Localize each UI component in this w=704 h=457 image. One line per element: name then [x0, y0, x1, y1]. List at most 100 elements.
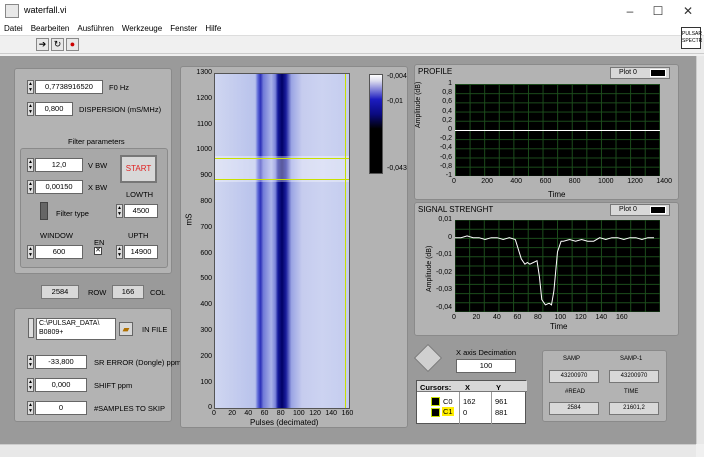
waterfall-image[interactable] [214, 73, 350, 409]
window-spinner[interactable]: ▲ ▼ [27, 245, 34, 259]
sr-error-spinner[interactable]: ▲ ▼ [27, 355, 34, 369]
upth-input[interactable]: 14900 [124, 245, 158, 259]
menu-fenster[interactable]: Fenster [166, 22, 201, 36]
f0-spinner[interactable]: ▲ ▼ [27, 80, 34, 94]
waterfall-xtick-7: 140 [325, 410, 338, 417]
menu-bar: Datei Bearbeiten Ausführen Werkzeuge Fenster… [0, 22, 704, 36]
signal-ytick-2: -0,01 [436, 251, 452, 259]
samp-indicator: 43200970 [549, 370, 599, 383]
menu-hilfe[interactable]: Hilfe [201, 22, 225, 36]
col-indicator: 166 [112, 285, 144, 299]
menu-werkzeuge[interactable]: Werkzeuge [118, 22, 166, 36]
infile-path[interactable]: C:\PULSAR_DATA\ B0809+ [36, 318, 116, 340]
waterfall-ytick-2: 1100 [196, 120, 212, 128]
filter-type-switch[interactable] [40, 202, 48, 220]
signal-xlabel: Time [550, 322, 568, 331]
profile-legend: Plot 0 [610, 67, 670, 79]
signal-xtick-6: 120 [575, 314, 587, 321]
profile-xtick-4: 800 [568, 178, 581, 185]
menu-bearbeiten[interactable]: Bearbeiten [27, 22, 74, 36]
run-arrow-icon[interactable]: ➔ [36, 38, 49, 51]
profile-ytick-9: -0,8 [439, 162, 452, 170]
signal-xtick-7: 140 [595, 314, 608, 321]
en-checkbox[interactable]: ✕ [94, 247, 102, 255]
upth-label: UPTH [128, 231, 149, 240]
skip-spinner[interactable]: ▲ ▼ [27, 401, 34, 415]
profile-ytick-0: 1 [448, 80, 452, 87]
decimation-input[interactable]: 100 [456, 359, 516, 373]
profile-plot-area[interactable] [455, 84, 660, 176]
waterfall-ytick-3: 1000 [196, 146, 212, 154]
profile-trace [455, 130, 660, 131]
window-label: WINDOW [40, 231, 73, 240]
vertical-scrollbar[interactable] [696, 56, 704, 444]
maximize-button[interactable]: ☐ [650, 3, 666, 19]
dispersion-spinner[interactable]: ▲ ▼ [27, 102, 34, 116]
profile-ytick-5: 0 [448, 126, 452, 133]
colorbar-tick-top: -0,004 [387, 73, 407, 80]
app-icon [5, 4, 19, 18]
skip-input[interactable]: 0 [35, 401, 87, 415]
infile-browse-left[interactable] [28, 318, 34, 338]
profile-ytick-4: 0,2 [442, 116, 452, 124]
f0-input[interactable]: 0,7738916520 [35, 80, 103, 94]
en-label: EN [94, 238, 105, 247]
signal-ytick-5: -0,04 [436, 304, 452, 311]
waterfall-ytick-6: 700 [200, 223, 212, 231]
waterfall-xtick-5: 100 [293, 410, 305, 417]
waterfall-ytick-4: 900 [200, 172, 212, 180]
cursor-line-x[interactable] [345, 74, 346, 408]
infile-path-line1: C:\PULSAR_DATA\ [39, 320, 100, 327]
xbw-spinner[interactable]: ▲ ▼ [27, 180, 34, 194]
run-continuous-icon[interactable]: ↻ [51, 38, 64, 51]
window-input[interactable]: 600 [35, 245, 83, 259]
toolbar: ➔ ↻ ● [0, 36, 704, 54]
vbw-spinner[interactable]: ▲ ▼ [27, 158, 34, 172]
cursor-table[interactable]: Cursors: X Y C0 162 961 C1 0 881 [416, 380, 527, 425]
xbw-input[interactable]: 0,00150 [35, 180, 83, 194]
row-label: ROW [88, 288, 107, 297]
waterfall-ytick-11: 200 [200, 352, 212, 360]
waterfall-ytick-12: 100 [200, 378, 212, 386]
signal-ytick-4: -0,03 [436, 286, 452, 294]
cursor-c1-icon[interactable] [431, 408, 440, 417]
shift-spinner[interactable]: ▲ ▼ [27, 378, 34, 392]
signal-xtick-5: 100 [554, 314, 567, 321]
signal-xtick-8: 160 [616, 314, 628, 321]
waterfall-xtick-8: 160 [341, 410, 354, 417]
menu-ausfuehren[interactable]: Ausführen [73, 22, 117, 36]
samp1-label: SAMP-1 [620, 356, 643, 362]
colorbar [369, 74, 383, 174]
sr-error-input[interactable]: -33,800 [35, 355, 87, 369]
skip-label: #SAMPLES TO SKIP [94, 404, 166, 413]
decimation-label: X axis Decimation [456, 348, 517, 357]
waterfall-ytick-5: 800 [200, 198, 212, 205]
close-button[interactable]: ✕ [680, 3, 696, 19]
horizontal-scrollbar[interactable] [0, 444, 696, 457]
lowth-input[interactable]: 4500 [124, 204, 158, 218]
minimize-button[interactable]: – [622, 3, 638, 19]
vbw-input[interactable]: 12,0 [35, 158, 83, 172]
folder-icon[interactable]: ▰ [119, 322, 133, 336]
cursor-c0-icon[interactable] [431, 397, 440, 406]
waterfall-ytick-7: 600 [200, 249, 212, 257]
menu-datei[interactable]: Datei [0, 22, 27, 36]
profile-ytick-8: -0,6 [439, 153, 452, 161]
filter-title: Filter parameters [68, 137, 125, 146]
start-button[interactable]: START [120, 155, 157, 183]
upth-spinner[interactable]: ▲ ▼ [116, 245, 123, 259]
cursor-line-c1[interactable] [215, 179, 349, 180]
cursor-header-y: Y [496, 383, 502, 392]
lowth-spinner[interactable]: ▲ ▼ [116, 204, 123, 218]
profile-xtick-6: 1200 [627, 178, 643, 185]
cursor-line-c0[interactable] [215, 158, 349, 159]
signal-plot-area[interactable] [455, 220, 660, 312]
signal-xtick-1: 20 [472, 314, 481, 321]
dispersion-input[interactable]: 0,800 [35, 102, 73, 116]
profile-ytick-2: 0,6 [442, 98, 452, 106]
shift-input[interactable]: 0,000 [35, 378, 87, 392]
signal-trace [455, 235, 654, 306]
waterfall-xtick-0: 0 [212, 410, 216, 417]
abort-icon[interactable]: ● [66, 38, 79, 51]
signal-ytick-1: 0 [448, 233, 452, 241]
